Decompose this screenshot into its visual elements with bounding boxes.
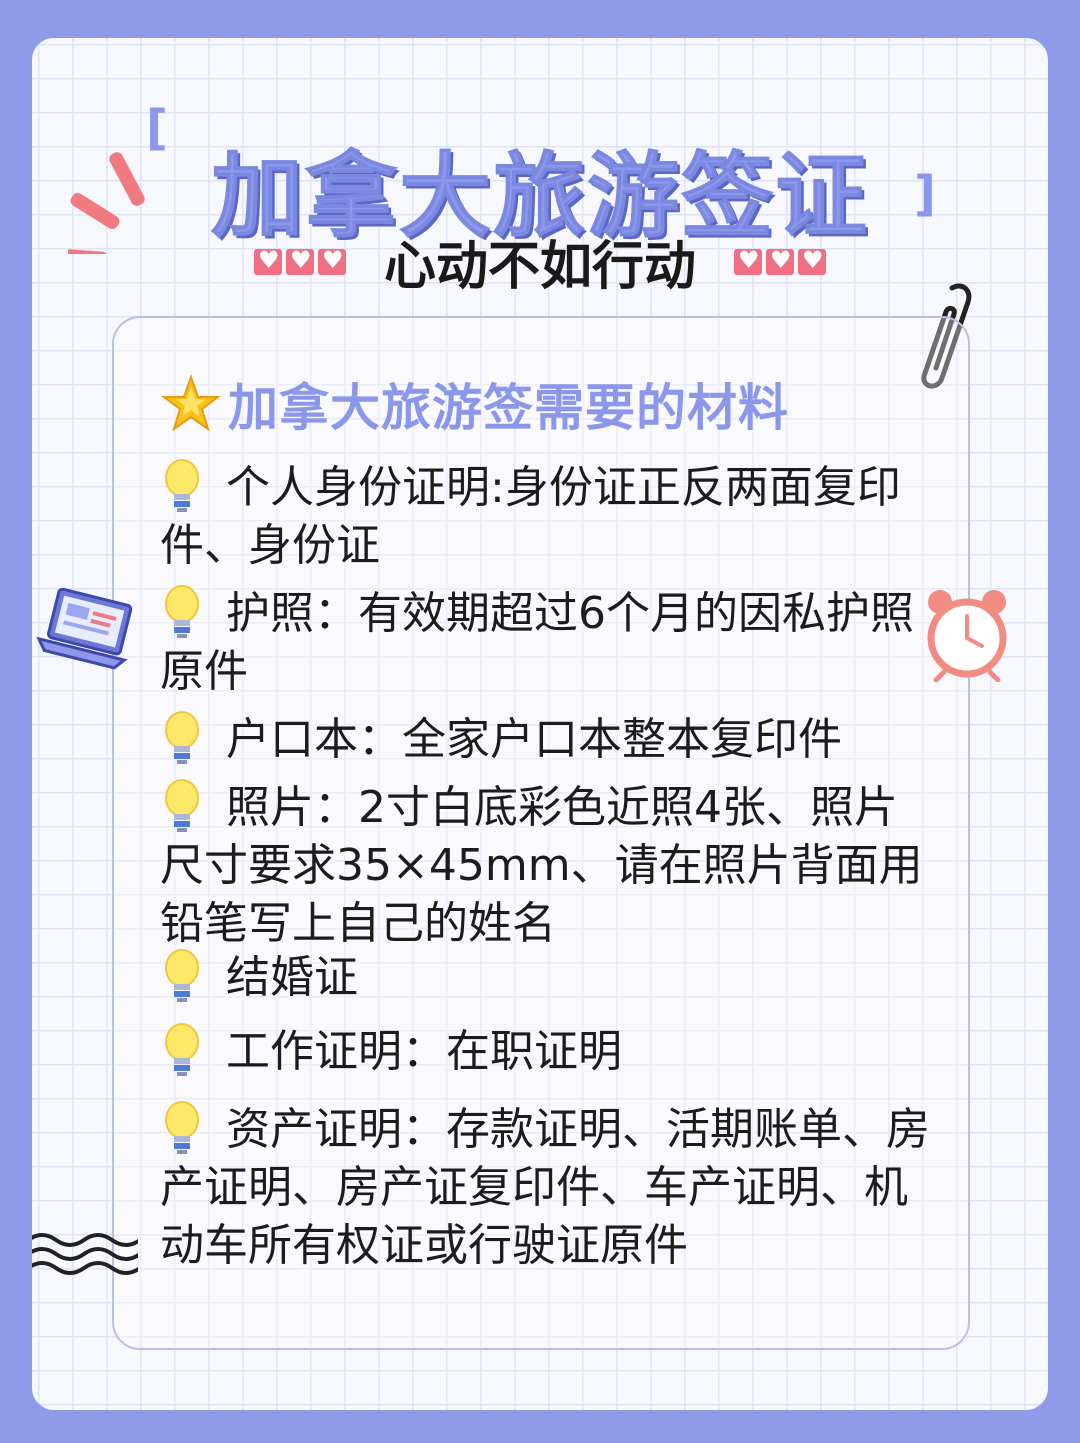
heart-icon (253, 246, 282, 275)
poster-page: [ ] 加拿大旅游签证 心动不如行动 加拿大旅游签需要的材料 (32, 38, 1048, 1410)
list-item: 结婚证 (160, 948, 940, 1007)
heart-icon (285, 246, 314, 275)
list-item: 个人身份证明:身份证正反两面复印件、身份证 (160, 458, 940, 575)
heart-icon (317, 246, 346, 275)
list-item: 资产证明：存款证明、活期账单、房产证明、房产证复印件、车产证明、机动车所有权证或… (160, 1100, 940, 1275)
heart-icon (766, 246, 794, 275)
wave-lines-icon (32, 1233, 138, 1275)
star-icon (161, 373, 221, 432)
list-item-text: 护照：有效期超过6个月的因私护照原件 (160, 588, 914, 697)
lightbulb-icon (165, 459, 199, 512)
laptop-icon (36, 588, 133, 670)
materials-card: 加拿大旅游签需要的材料 个人身份证明:身份证正反两面复印件、身份证 护照：有效期… (112, 316, 970, 1350)
hearts-left (253, 246, 346, 275)
list-item-text: 资产证明：存款证明、活期账单、房产证明、房产证复印件、车产证明、机动车所有权证或… (160, 1104, 930, 1271)
list-item: 照片：2寸白底彩色近照4张、照片尺寸要求35×45mm、请在照片背面用铅笔写上自… (160, 778, 940, 953)
list-item: 户口本：全家户口本整本复印件 (160, 710, 940, 769)
subtitle-row: 心动不如行动 (32, 224, 1048, 299)
heart-icon (798, 246, 826, 275)
lightbulb-icon (165, 1101, 199, 1154)
list-item-text: 照片：2寸白底彩色近照4张、照片尺寸要求35×45mm、请在照片背面用铅笔写上自… (160, 782, 923, 949)
lightbulb-icon (165, 779, 199, 832)
list-item-text: 结婚证 (226, 952, 358, 1003)
list-item-text: 工作证明：在职证明 (226, 1026, 622, 1077)
list-item: 护照：有效期超过6个月的因私护照原件 (160, 584, 940, 701)
list-item-text: 户口本：全家户口本整本复印件 (226, 714, 842, 765)
alarm-clock-icon (927, 590, 1007, 682)
lightbulb-icon (165, 1023, 199, 1076)
lightbulb-icon (165, 949, 199, 1002)
card-heading: 加拿大旅游签需要的材料 (160, 368, 789, 440)
lightbulb-icon (165, 585, 199, 638)
lightbulb-icon (165, 711, 199, 764)
hearts-right (734, 246, 826, 275)
heart-icon (734, 246, 762, 275)
list-item-text: 个人身份证明:身份证正反两面复印件、身份证 (160, 462, 901, 571)
card-heading-text: 加拿大旅游签需要的材料 (228, 379, 789, 437)
subtitle: 心动不如行动 (383, 237, 696, 297)
list-item: 工作证明：在职证明 (160, 1022, 940, 1081)
